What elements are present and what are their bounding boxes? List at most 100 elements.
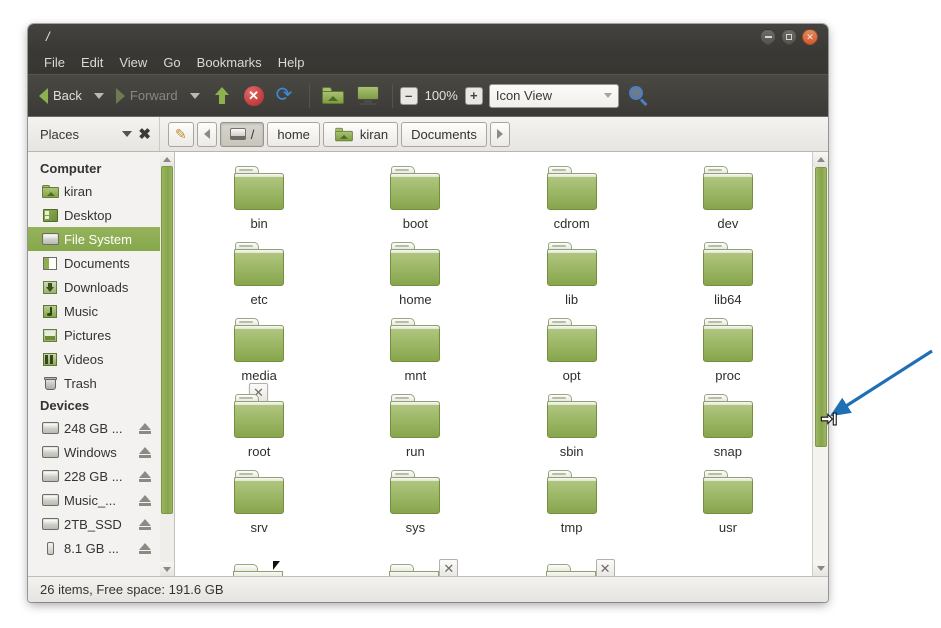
sidebar-item-device-windows[interactable]: Windows — [28, 440, 160, 464]
back-button[interactable]: Back — [34, 84, 87, 108]
folder-item[interactable]: snap — [650, 394, 806, 459]
eject-icon[interactable] — [139, 422, 151, 434]
sidebar-item-pictures[interactable]: Pictures — [28, 323, 160, 347]
folder-item[interactable]: opt — [494, 318, 650, 383]
eject-icon[interactable] — [139, 470, 151, 482]
eject-icon[interactable] — [139, 494, 151, 506]
folder-item[interactable]: lib64 — [650, 242, 806, 307]
status-bar: 26 items, Free space: 191.6 GB — [28, 576, 828, 602]
folder-item-partial[interactable] — [650, 558, 806, 576]
folder-item[interactable]: ✕ root — [181, 383, 337, 459]
places-header[interactable]: Places ✖ — [28, 117, 160, 151]
overlay-close-button[interactable]: ✕ — [595, 559, 615, 576]
downloads-icon — [42, 280, 59, 295]
sidebar-item-documents[interactable]: Documents — [28, 251, 160, 275]
menu-item-go[interactable]: Go — [155, 53, 188, 72]
sidebar-item-videos[interactable]: Videos — [28, 347, 160, 371]
stop-button[interactable]: ✕ — [239, 82, 269, 110]
folder-item[interactable]: sbin — [494, 394, 650, 459]
folder-item[interactable]: dev — [650, 166, 806, 231]
breadcrumb-kiran[interactable]: kiran — [322, 121, 399, 147]
up-button[interactable] — [207, 82, 237, 110]
folder-item-partial[interactable]: ✕ — [337, 558, 493, 576]
forward-history-dropdown[interactable] — [185, 89, 205, 103]
folder-label: srv — [250, 520, 268, 535]
breadcrumb: ✎ / home kiran Documents — [160, 121, 510, 147]
folder-item[interactable]: media — [181, 318, 337, 383]
edit-path-button[interactable]: ✎ — [168, 121, 194, 147]
breadcrumb-scroll-right[interactable] — [489, 121, 510, 147]
scroll-up-button[interactable] — [160, 152, 174, 166]
sidebar-scroll-track[interactable] — [160, 166, 174, 562]
sidebar-item-file-system[interactable]: File System — [28, 227, 160, 251]
sidebar-scroll-thumb[interactable] — [161, 166, 173, 515]
content-scroll-track[interactable] — [812, 167, 828, 561]
view-mode-select[interactable]: Icon View — [488, 83, 619, 108]
folder-item[interactable]: cdrom — [494, 166, 650, 231]
folder-item[interactable]: boot — [337, 166, 493, 231]
breadcrumb-home[interactable]: home — [267, 121, 320, 147]
eject-icon[interactable] — [139, 518, 151, 530]
menu-item-file[interactable]: File — [36, 53, 73, 72]
eject-icon[interactable] — [139, 542, 151, 554]
close-button[interactable]: ✕ — [802, 29, 818, 45]
sidebar-item-trash[interactable]: Trash — [28, 371, 160, 395]
sidebar-item-kiran[interactable]: kiran — [28, 179, 160, 203]
scroll-up-button[interactable] — [812, 152, 828, 167]
close-sidebar-button[interactable]: ✖ — [138, 125, 159, 143]
overlay-close-button[interactable]: ✕ — [439, 559, 459, 576]
sidebar-item-device-248gb[interactable]: 248 GB ... — [28, 416, 160, 440]
content-scroll-thumb[interactable] — [814, 167, 827, 447]
folder-item[interactable]: mnt — [337, 318, 493, 383]
folder-item[interactable]: bin — [181, 166, 337, 231]
sidebar-item-downloads[interactable]: Downloads — [28, 275, 160, 299]
trash-icon — [42, 376, 59, 391]
sidebar-item-device-8gb-usb[interactable]: 8.1 GB ... — [28, 536, 160, 560]
folder-item[interactable]: home — [337, 242, 493, 307]
breadcrumb-scroll-left[interactable] — [196, 121, 217, 147]
menu-item-bookmarks[interactable]: Bookmarks — [189, 53, 270, 72]
folder-icon — [702, 318, 754, 363]
desktop-button[interactable] — [351, 82, 385, 109]
menu-item-help[interactable]: Help — [270, 53, 313, 72]
chevron-down-icon[interactable] — [122, 131, 133, 137]
folder-item[interactable]: lib — [494, 242, 650, 307]
sidebar-item-device-228gb[interactable]: 228 GB ... — [28, 464, 160, 488]
sidebar-item-device-music[interactable]: Music_... — [28, 488, 160, 512]
back-history-dropdown[interactable] — [89, 89, 109, 103]
minimize-button[interactable] — [760, 29, 776, 45]
forward-button[interactable]: Forward — [111, 84, 183, 108]
folder-item-partial[interactable] — [181, 558, 337, 576]
disk-icon — [42, 517, 59, 532]
search-button[interactable] — [627, 84, 651, 108]
folder-item[interactable]: proc — [650, 318, 806, 383]
sidebar-scrollbar[interactable] — [160, 152, 174, 576]
folder-item[interactable]: usr — [650, 470, 806, 535]
sidebar-item-label: 2TB_SSD — [64, 516, 122, 532]
disk-icon — [42, 232, 59, 247]
folder-item[interactable]: etc — [181, 242, 337, 307]
sidebar-item-music[interactable]: Music — [28, 299, 160, 323]
zoom-out-button[interactable]: – — [399, 86, 418, 105]
folder-item-partial[interactable]: ✕ — [494, 558, 650, 576]
folder-item[interactable]: run — [337, 394, 493, 459]
folder-item[interactable]: sys — [337, 470, 493, 535]
maximize-button[interactable] — [781, 29, 797, 45]
icon-view[interactable]: bin boot cdrom dev etc home lib lib64 me… — [174, 152, 812, 576]
reload-button[interactable]: ⟳ — [271, 81, 302, 110]
folder-item[interactable]: tmp — [494, 470, 650, 535]
folder-item[interactable]: srv — [181, 470, 337, 535]
sidebar-item-desktop[interactable]: Desktop — [28, 203, 160, 227]
menu-item-view[interactable]: View — [111, 53, 155, 72]
scroll-down-button[interactable] — [812, 561, 828, 576]
breadcrumb-root[interactable]: / — [219, 121, 265, 147]
home-button[interactable] — [317, 83, 349, 108]
menu-item-edit[interactable]: Edit — [73, 53, 111, 72]
sidebar-item-device-2tb-ssd[interactable]: 2TB_SSD — [28, 512, 160, 536]
scroll-down-button[interactable] — [160, 562, 174, 576]
eject-icon[interactable] — [139, 446, 151, 458]
zoom-in-button[interactable]: + — [464, 86, 483, 105]
breadcrumb-documents[interactable]: Documents — [401, 121, 487, 147]
chevron-down-icon — [603, 93, 612, 98]
content-scrollbar[interactable] — [812, 152, 828, 576]
